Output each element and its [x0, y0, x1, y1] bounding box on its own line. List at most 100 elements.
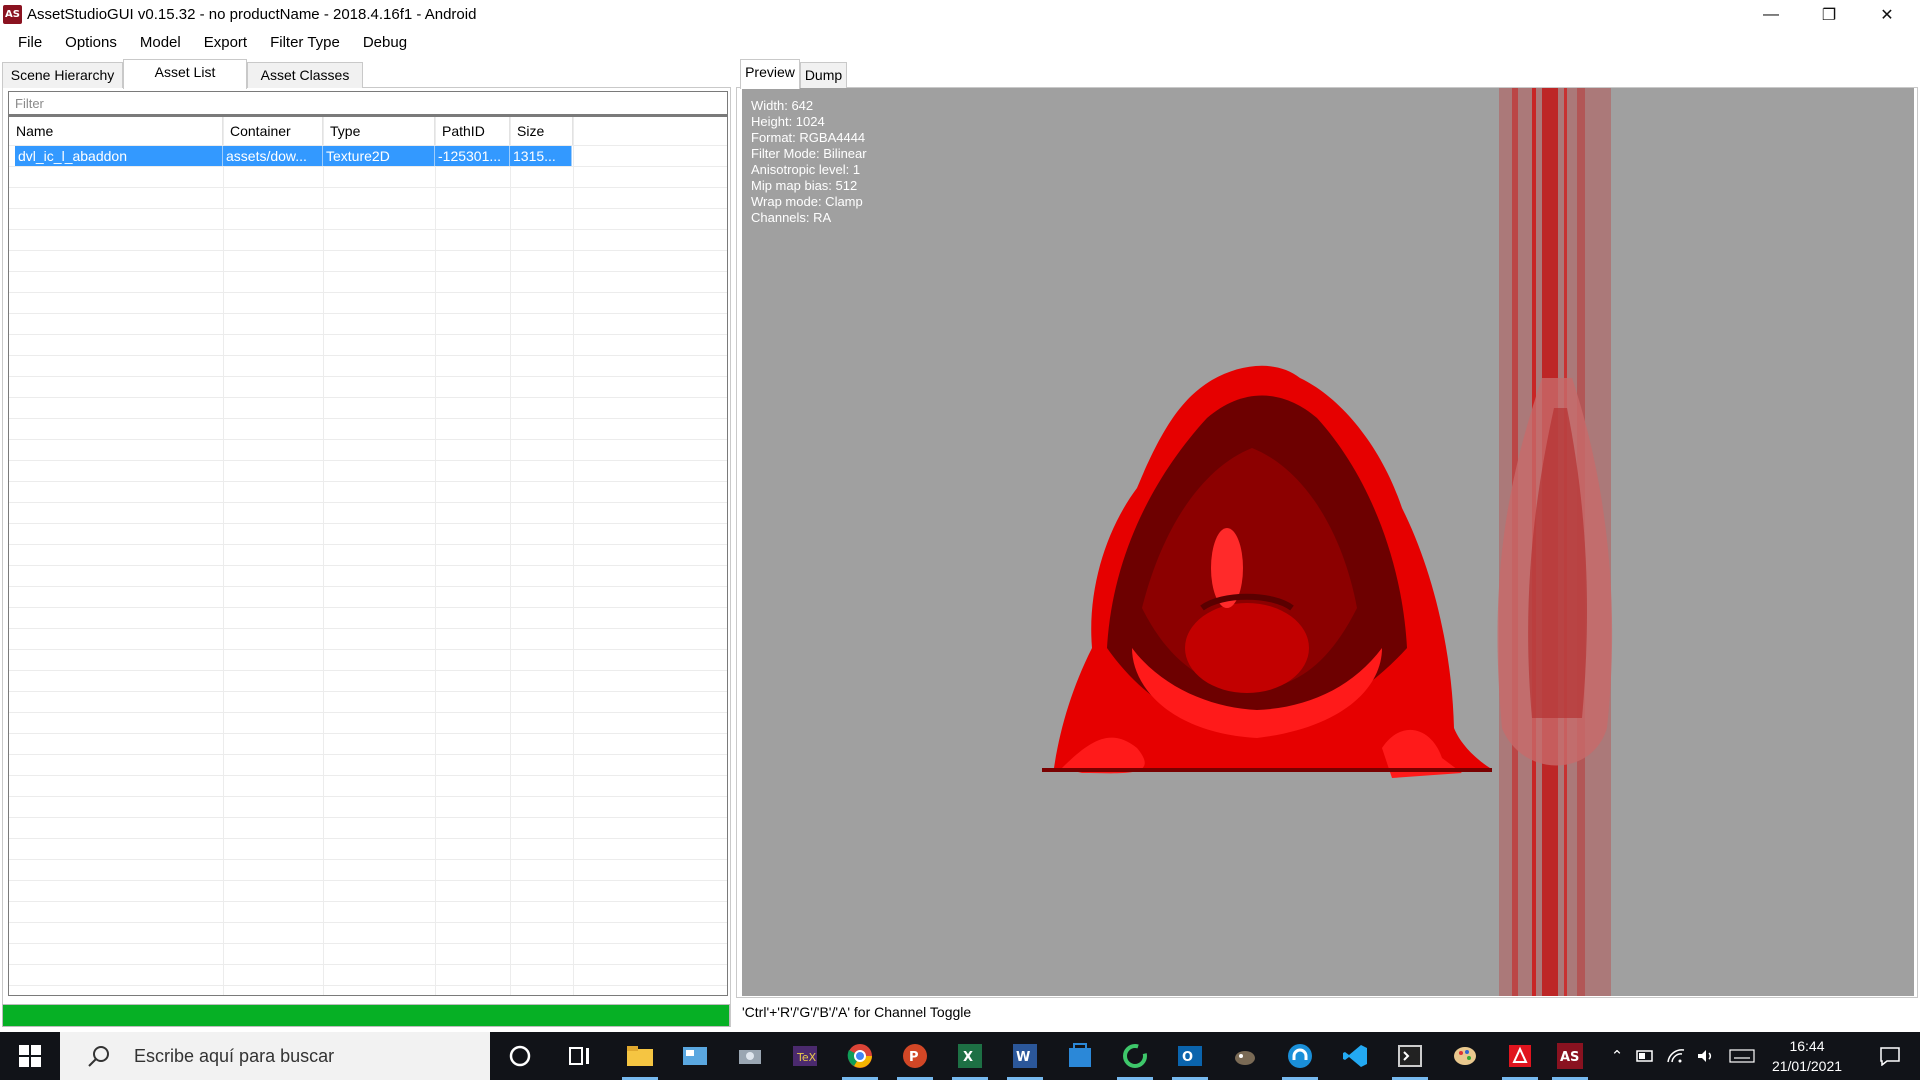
wifi-icon[interactable]	[1662, 1032, 1690, 1080]
table-row[interactable]: dvl_ic_l_abaddon assets/dow... Texture2D…	[15, 146, 572, 166]
search-icon	[88, 1046, 109, 1067]
filter-input[interactable]	[8, 91, 728, 115]
grid-row-line	[9, 838, 727, 839]
menu-file[interactable]: File	[6, 30, 53, 56]
menu-bar: File Options Model Export Filter Type De…	[0, 30, 1920, 56]
svg-text:X: X	[963, 1050, 973, 1065]
file-explorer-icon[interactable]	[620, 1038, 660, 1080]
clock[interactable]: 16:44 21/01/2021	[1762, 1032, 1852, 1080]
menu-export[interactable]: Export	[192, 30, 258, 56]
grid-row-line	[9, 313, 727, 314]
grid-row-line	[9, 754, 727, 755]
close-button[interactable]: ✕	[1858, 0, 1916, 30]
tex-editor-icon[interactable]: TeX	[785, 1038, 825, 1074]
refresh-app-icon[interactable]	[1115, 1038, 1155, 1080]
cortana-icon[interactable]	[500, 1038, 540, 1074]
vscode-icon[interactable]	[1335, 1038, 1375, 1074]
tray-chevron-icon[interactable]: ⌃	[1604, 1032, 1630, 1080]
tab-asset-classes[interactable]: Asset Classes	[247, 62, 363, 88]
asset-tabs: Scene Hierarchy Asset List Asset Classes	[2, 59, 731, 89]
word-icon[interactable]: W	[1005, 1038, 1045, 1080]
list-header: Name Container Type PathID Size	[9, 117, 727, 145]
cell-container: assets/dow...	[223, 146, 323, 166]
menu-options[interactable]: Options	[53, 30, 128, 56]
cell-name: dvl_ic_l_abaddon	[15, 146, 223, 166]
maximize-button[interactable]: ❐	[1800, 0, 1858, 30]
grid-row-line	[9, 250, 727, 251]
grid-column-line	[435, 117, 436, 995]
column-header-pathid[interactable]: PathID	[435, 117, 510, 145]
grid-row-line	[9, 460, 727, 461]
taskbar: Escribe aquí para buscar TeX P X W O AS …	[0, 1032, 1920, 1080]
grid-column-line	[510, 117, 511, 995]
grid-row-line	[9, 229, 727, 230]
grid-row-line	[9, 859, 727, 860]
keyboard-icon[interactable]	[1724, 1032, 1760, 1080]
notifications-icon[interactable]	[1862, 1032, 1918, 1080]
taskbar-search[interactable]: Escribe aquí para buscar	[60, 1032, 490, 1080]
svg-text:P: P	[909, 1050, 919, 1065]
tab-preview[interactable]: Preview	[740, 59, 800, 89]
column-header-size[interactable]: Size	[510, 117, 573, 145]
grid-row-line	[9, 817, 727, 818]
grid-row-line	[9, 985, 727, 986]
grid-row-line	[9, 208, 727, 209]
store-icon[interactable]	[1060, 1038, 1100, 1074]
start-button[interactable]	[0, 1032, 60, 1080]
column-header-type[interactable]: Type	[323, 117, 435, 145]
asset-list-body: Name Container Type PathID Size dvl_ic_l…	[2, 88, 731, 1027]
preview-tabs: Preview Dump	[736, 59, 1918, 89]
asset-list-view[interactable]: Name Container Type PathID Size dvl_ic_l…	[8, 115, 728, 996]
svg-text:W: W	[1016, 1050, 1030, 1065]
svg-text:O: O	[1182, 1050, 1193, 1065]
grid-row-line	[9, 607, 727, 608]
grid-row-line	[9, 502, 727, 503]
grid-row-line	[9, 187, 727, 188]
grid-row-line	[9, 292, 727, 293]
disk-cleanup-icon[interactable]	[730, 1038, 770, 1074]
tab-scene-hierarchy[interactable]: Scene Hierarchy	[2, 62, 123, 88]
app-icon: AS	[3, 5, 22, 24]
gimp-icon[interactable]	[1225, 1038, 1265, 1074]
grid-row-line	[9, 712, 727, 713]
grid-row-line	[9, 376, 727, 377]
grid-row-line	[9, 439, 727, 440]
status-bar: 'Ctrl'+'R'/'G'/'B'/'A' for Channel Toggl…	[742, 1004, 972, 1020]
grid-row-line	[9, 565, 727, 566]
search-placeholder: Escribe aquí para buscar	[134, 1045, 335, 1066]
excel-icon[interactable]: X	[950, 1038, 990, 1080]
column-header-name[interactable]: Name	[9, 117, 223, 145]
control-panel-icon[interactable]	[675, 1038, 715, 1074]
menu-filter-type[interactable]: Filter Type	[258, 30, 351, 56]
menu-debug[interactable]: Debug	[351, 30, 418, 56]
tab-asset-list[interactable]: Asset List	[123, 59, 247, 89]
headphones-app-icon[interactable]	[1280, 1038, 1320, 1080]
monster-texture	[1042, 365, 1492, 778]
texture-preview[interactable]: Width: 642 Height: 1024 Format: RGBA4444…	[742, 88, 1914, 996]
powerpoint-icon[interactable]: P	[895, 1038, 935, 1080]
cell-type: Texture2D	[323, 146, 435, 166]
tab-dump[interactable]: Dump	[800, 62, 847, 88]
chrome-icon[interactable]	[840, 1038, 880, 1080]
volume-icon[interactable]	[1692, 1032, 1720, 1080]
battery-icon[interactable]	[1632, 1032, 1660, 1080]
grid-row-line	[9, 523, 727, 524]
task-view-icon[interactable]	[560, 1038, 600, 1074]
acrobat-icon[interactable]	[1500, 1038, 1540, 1080]
svg-text:AS: AS	[1560, 1050, 1579, 1065]
grid-row-line	[9, 775, 727, 776]
grid-row-line	[9, 628, 727, 629]
outlook-icon[interactable]: O	[1170, 1038, 1210, 1080]
terminal-icon[interactable]	[1390, 1038, 1430, 1080]
minimize-button[interactable]: —	[1742, 0, 1800, 30]
assetstudio-taskbar-icon[interactable]: AS	[1550, 1038, 1590, 1080]
grid-row-line	[9, 334, 727, 335]
grid-row-line	[9, 964, 727, 965]
menu-model[interactable]: Model	[128, 30, 192, 56]
grid-row-line	[9, 943, 727, 944]
grid-column-line	[323, 117, 324, 995]
column-header-container[interactable]: Container	[223, 117, 323, 145]
grid-row-line	[9, 922, 727, 923]
clock-date: 21/01/2021	[1771, 1058, 1843, 1074]
paint-icon[interactable]	[1445, 1038, 1485, 1074]
